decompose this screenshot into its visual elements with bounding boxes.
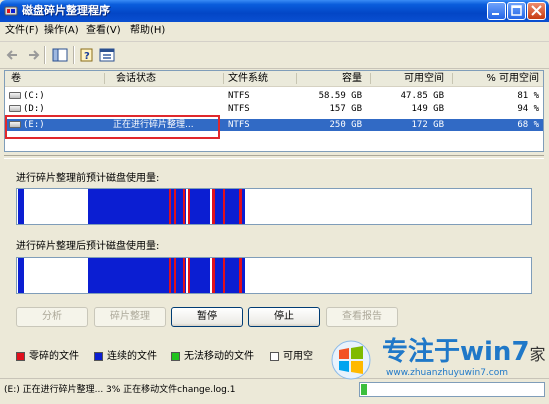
toolbar-separator [44, 46, 46, 64]
disk-cluster-segment [242, 258, 245, 293]
volume-capacity: 157 GB [329, 104, 362, 114]
pause-button[interactable]: 暂停 [171, 307, 243, 327]
column-separator [370, 73, 371, 84]
windows-logo-watermark [327, 340, 375, 380]
drive-icon [9, 92, 21, 99]
defragment-button[interactable]: 碎片整理 [94, 307, 166, 327]
column-separator [104, 73, 105, 84]
volume-name: (C:) [23, 91, 45, 101]
toolbar-separator [73, 46, 75, 64]
legend-label-fragmented: 零碎的文件 [29, 351, 79, 362]
legend-label-contiguous: 连续的文件 [107, 351, 157, 362]
watermark-title: 专注于win7家 [382, 337, 546, 370]
legend-label-free-space: 可用空 [283, 351, 313, 362]
volume-percent-free: 68 % [517, 120, 539, 130]
disk-cluster-segment [215, 189, 223, 224]
volume-file-system: NTFS [228, 104, 250, 114]
volume-percent-free: 94 % [517, 104, 539, 114]
volume-capacity: 58.59 GB [318, 91, 362, 101]
watermark-title-text: 专注于win7 [382, 337, 530, 367]
drive-icon [9, 105, 21, 112]
volume-row-c[interactable] [5, 90, 543, 102]
legend-swatch-free-space [270, 352, 279, 361]
panel-divider [4, 155, 544, 159]
disk-cluster-segment [225, 258, 239, 293]
column-header-volume[interactable]: 卷 [11, 71, 21, 86]
after-usage-label: 进行碎片整理后预计磁盘使用量: [16, 241, 160, 252]
analyze-button[interactable]: 分析 [16, 307, 88, 327]
disk-cluster-segment [18, 189, 24, 224]
watermark-suffix: 家 [529, 345, 546, 364]
status-text: (E:) 正在进行碎片整理... 3% 正在移动文件change.log.1 [4, 385, 236, 395]
status-progress-bar [359, 382, 545, 397]
show-hide-console-tree-icon[interactable] [52, 47, 68, 63]
disk-cluster-segment [183, 258, 185, 293]
before-usage-bar [16, 188, 532, 225]
disk-cluster-segment [183, 189, 185, 224]
forward-arrow-icon[interactable] [25, 47, 41, 63]
column-header-percent-free[interactable]: % 可用空间 [455, 71, 539, 86]
disk-cluster-segment [169, 189, 171, 224]
view-report-button[interactable]: 查看报告 [326, 307, 398, 327]
highlight-annotation-box [5, 115, 220, 139]
defrag-app-icon [4, 4, 18, 18]
volume-capacity: 250 GB [329, 120, 362, 130]
column-separator [452, 73, 453, 84]
disk-cluster-segment [242, 189, 245, 224]
volume-file-system: NTFS [228, 120, 250, 130]
column-separator [296, 73, 297, 84]
disk-cluster-segment [215, 258, 223, 293]
properties-icon[interactable] [99, 47, 115, 63]
svg-text:?: ? [84, 51, 90, 62]
maximize-icon [511, 5, 522, 16]
back-arrow-icon[interactable] [5, 47, 21, 63]
maximize-button[interactable] [507, 2, 526, 20]
window-title: 磁盘碎片整理程序 [22, 4, 110, 17]
disk-cluster-segment [88, 189, 168, 224]
volume-name: (D:) [23, 104, 45, 114]
menu-action[interactable]: 操作(A) [44, 24, 79, 38]
disk-cluster-segment [18, 258, 24, 293]
menu-bar [0, 22, 549, 42]
close-icon [531, 5, 542, 16]
column-header-free-space[interactable]: 可用空间 [372, 71, 444, 86]
disk-cluster-segment [169, 258, 171, 293]
before-usage-label: 进行碎片整理前预计磁盘使用量: [16, 173, 160, 184]
volume-row-d[interactable] [5, 103, 543, 115]
volume-file-system: NTFS [228, 91, 250, 101]
stop-button[interactable]: 停止 [248, 307, 320, 327]
legend-swatch-unmovable [171, 352, 180, 361]
legend-label-unmovable: 无法移动的文件 [184, 351, 254, 362]
disk-cluster-segment [190, 258, 210, 293]
volume-free-space: 149 GB [411, 104, 444, 114]
help-icon[interactable]: ? [80, 47, 96, 63]
column-separator [223, 73, 224, 84]
status-progress-fill [361, 384, 367, 395]
watermark-url: www.zhuanzhuyuwin7.com [386, 368, 509, 378]
column-header-session-status[interactable]: 会话状态 [116, 71, 156, 86]
close-button[interactable] [527, 2, 546, 20]
volume-free-space: 47.85 GB [400, 91, 444, 101]
menu-help[interactable]: 帮助(H) [130, 24, 165, 38]
after-usage-bar [16, 257, 532, 294]
menu-file[interactable]: 文件(F) [5, 24, 39, 38]
disk-cluster-segment [190, 189, 210, 224]
legend-swatch-contiguous [94, 352, 103, 361]
volume-free-space: 172 GB [411, 120, 444, 130]
volume-percent-free: 81 % [517, 91, 539, 101]
disk-cluster-segment [225, 189, 239, 224]
minimize-button[interactable] [487, 2, 506, 20]
legend-swatch-fragmented [16, 352, 25, 361]
column-header-file-system[interactable]: 文件系统 [228, 71, 268, 86]
disk-cluster-segment [88, 258, 168, 293]
menu-view[interactable]: 查看(V) [86, 24, 121, 38]
column-header-capacity[interactable]: 容量 [300, 71, 362, 86]
minimize-icon [492, 13, 499, 15]
